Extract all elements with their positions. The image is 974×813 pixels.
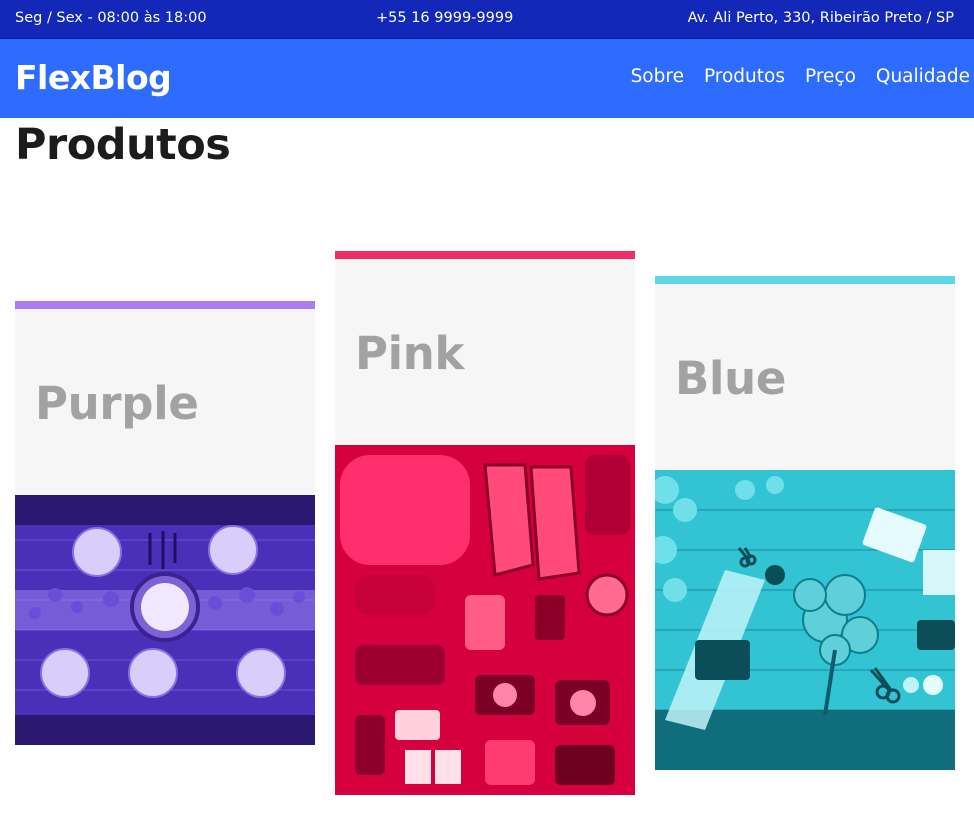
product-card-blue[interactable]: Blue <box>655 276 955 770</box>
main-nav: Sobre Produtos Preço Qualidade <box>631 66 974 87</box>
nav-link-sobre[interactable]: Sobre <box>631 66 684 87</box>
top-info-bar: Seg / Sex - 08:00 às 18:00 +55 16 9999-9… <box>0 0 974 39</box>
address: Av. Ali Perto, 330, Ribeirão Preto / SP <box>687 10 954 26</box>
page-title: Produtos <box>15 120 231 170</box>
card-accent-bar <box>655 276 955 284</box>
business-hours: Seg / Sex - 08:00 às 18:00 <box>15 10 207 26</box>
card-title: Purple <box>35 377 199 430</box>
travel-gear-photo <box>335 445 635 795</box>
product-card-purple[interactable]: Purple <box>15 301 315 745</box>
nav-link-produtos[interactable]: Produtos <box>704 66 785 87</box>
nav-link-preco[interactable]: Preço <box>805 66 856 87</box>
card-accent-bar <box>15 301 315 309</box>
dinner-table-photo <box>15 495 315 745</box>
card-title: Pink <box>355 327 465 380</box>
site-header: FlexBlog Sobre Produtos Preço Qualidade <box>0 39 974 118</box>
nav-link-qualidade[interactable]: Qualidade <box>876 66 970 87</box>
flowers-desk-photo <box>655 470 955 770</box>
product-card-pink[interactable]: Pink <box>335 251 635 795</box>
phone-number: +55 16 9999-9999 <box>376 10 514 26</box>
card-title: Blue <box>675 352 787 405</box>
card-accent-bar <box>335 251 635 259</box>
site-logo[interactable]: FlexBlog <box>15 58 172 97</box>
